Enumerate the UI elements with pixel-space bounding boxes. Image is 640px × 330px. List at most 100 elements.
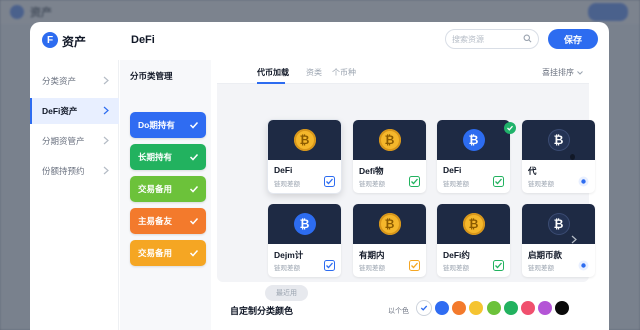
token-card-image: ₿ <box>353 120 426 160</box>
token-card[interactable]: ₿ Defi物 链观差额 <box>353 120 426 193</box>
chevron-right-icon[interactable] <box>571 235 577 244</box>
sort-label: 喜挂排序 <box>542 68 574 77</box>
category-label: 交易备用 <box>138 184 173 194</box>
bitcoin-icon: ₿ <box>547 213 570 235</box>
color-swatch[interactable] <box>521 301 535 315</box>
token-name: 有期内 <box>359 250 385 260</box>
category-button[interactable]: 主易备友 <box>130 208 206 234</box>
category-label: Do期持有 <box>138 120 175 130</box>
checkbox-icon[interactable] <box>324 260 335 271</box>
token-card[interactable]: ₿ DeFi约 链观差额 <box>437 204 510 277</box>
token-panel: 代币加载 资类 个币种 喜挂排序 ₿ DeFi 链观差额 ₿ Defi物 链观差… <box>217 60 595 301</box>
token-card[interactable]: ₿ 代 链观差额 <box>522 120 595 193</box>
selected-badge-icon <box>504 122 516 134</box>
brand-name: 资产 <box>62 35 87 49</box>
asset-modal: F 资产 DeFi 保存 分类资产 DeFi资产 分期资管产 份额持预约 分币类… <box>30 22 609 330</box>
bitcoin-icon: ₿ <box>293 213 316 235</box>
checkbox-icon[interactable] <box>409 260 420 271</box>
search-box[interactable] <box>445 29 539 49</box>
nav-item-label: 分期资管产 <box>42 136 85 146</box>
nav-item-label: DeFi资产 <box>42 106 78 116</box>
token-name: Dejm计 <box>274 250 304 260</box>
token-name: 代 <box>528 166 537 176</box>
checkbox-icon[interactable] <box>493 260 504 271</box>
token-name: Defi物 <box>359 166 384 176</box>
token-card[interactable]: ₿ DeFi 链观差额 <box>437 120 510 193</box>
bitcoin-icon: ₿ <box>462 129 485 151</box>
token-card[interactable]: ₿ 有期内 链观差额 <box>353 204 426 277</box>
tab-active-indicator <box>257 82 285 84</box>
nav-item-installment-assets[interactable]: 分期资管产 <box>30 128 119 154</box>
category-button[interactable]: Do期持有 <box>130 112 206 138</box>
token-card-image: ₿ <box>437 204 510 244</box>
color-swatch[interactable] <box>452 301 466 315</box>
search-input[interactable] <box>452 34 520 44</box>
token-subtitle: 链观差额 <box>443 265 469 272</box>
chevron-right-icon <box>103 166 109 175</box>
color-section-title: 自定制分类颜色 <box>230 306 294 316</box>
nav-item-share-reservation[interactable]: 份额持预约 <box>30 158 119 184</box>
category-label: 主易备友 <box>138 216 173 226</box>
chevron-right-icon <box>103 106 109 115</box>
color-swatch[interactable] <box>469 301 483 315</box>
checkbox-icon[interactable] <box>409 176 420 187</box>
check-icon <box>189 217 199 225</box>
check-icon <box>189 249 199 257</box>
check-icon <box>189 153 199 161</box>
recent-button[interactable]: 最近用 <box>265 285 308 301</box>
token-card-image: ₿ <box>268 204 341 244</box>
category-title: 分币类管理 <box>130 71 173 81</box>
token-subtitle: 链观差额 <box>359 265 385 272</box>
modal-title: DeFi <box>131 34 155 46</box>
tab-token-loading[interactable]: 代币加载 <box>257 67 289 78</box>
check-icon <box>189 121 199 129</box>
brand-logo-icon: F <box>42 32 58 48</box>
nav-item-defi-assets[interactable]: DeFi资产 <box>30 98 119 124</box>
token-card[interactable]: ₿ 启期币款 链观差额 <box>522 204 595 277</box>
chevron-down-icon <box>577 70 583 75</box>
chevron-right-icon <box>103 76 109 85</box>
color-swatch[interactable] <box>555 301 569 315</box>
bitcoin-icon: ₿ <box>293 129 316 151</box>
token-name: DeFi <box>274 165 293 175</box>
check-icon <box>420 305 428 311</box>
tab-asset-type[interactable]: 资类 <box>306 67 322 78</box>
token-name: DeFi约 <box>443 250 470 260</box>
category-button[interactable]: 交易备用 <box>130 176 206 202</box>
token-subtitle: 链观差额 <box>274 265 300 272</box>
token-subtitle: 链观差额 <box>528 265 554 272</box>
tab-currency[interactable]: 个币种 <box>332 67 356 78</box>
modal-header: F 资产 DeFi 保存 <box>30 22 609 60</box>
category-label: 长期持有 <box>138 152 173 162</box>
sort-dropdown[interactable]: 喜挂排序 <box>542 67 583 78</box>
checkbox-icon[interactable] <box>324 176 335 187</box>
chevron-right-icon <box>103 136 109 145</box>
token-subtitle: 链观差额 <box>274 181 300 188</box>
nav-item-label: 分类资产 <box>42 76 77 86</box>
color-swatch[interactable] <box>435 301 449 315</box>
radio-icon[interactable] <box>578 260 589 271</box>
category-label: 交易备用 <box>138 248 173 258</box>
color-swatch[interactable] <box>487 301 501 315</box>
color-swatch-selected[interactable] <box>417 301 431 315</box>
category-column: 分币类管理 Do期持有 长期持有 交易备用 主易备友 交易备用 <box>120 60 211 330</box>
check-icon <box>189 185 199 193</box>
category-button[interactable]: 长期持有 <box>130 144 206 170</box>
pager-dot-icon[interactable] <box>570 154 575 160</box>
color-swatch[interactable] <box>538 301 552 315</box>
token-card-image: ₿ <box>268 120 341 160</box>
search-icon[interactable] <box>523 34 532 43</box>
category-button[interactable]: 交易备用 <box>130 240 206 266</box>
radio-icon[interactable] <box>578 176 589 187</box>
nav-item-label: 份额持预约 <box>42 166 85 176</box>
checkbox-icon[interactable] <box>493 176 504 187</box>
color-swatch[interactable] <box>504 301 518 315</box>
token-card-image: ₿ <box>353 204 426 244</box>
token-card[interactable]: ₿ Dejm计 链观差额 <box>268 204 341 277</box>
token-card[interactable]: ₿ DeFi 链观差额 <box>268 120 341 193</box>
save-button[interactable]: 保存 <box>548 29 598 49</box>
bitcoin-icon: ₿ <box>462 213 485 235</box>
tab-bar: 代币加载 资类 个币种 喜挂排序 <box>217 60 589 84</box>
nav-item-category-assets[interactable]: 分类资产 <box>30 68 119 94</box>
bitcoin-icon: ₿ <box>378 129 401 151</box>
